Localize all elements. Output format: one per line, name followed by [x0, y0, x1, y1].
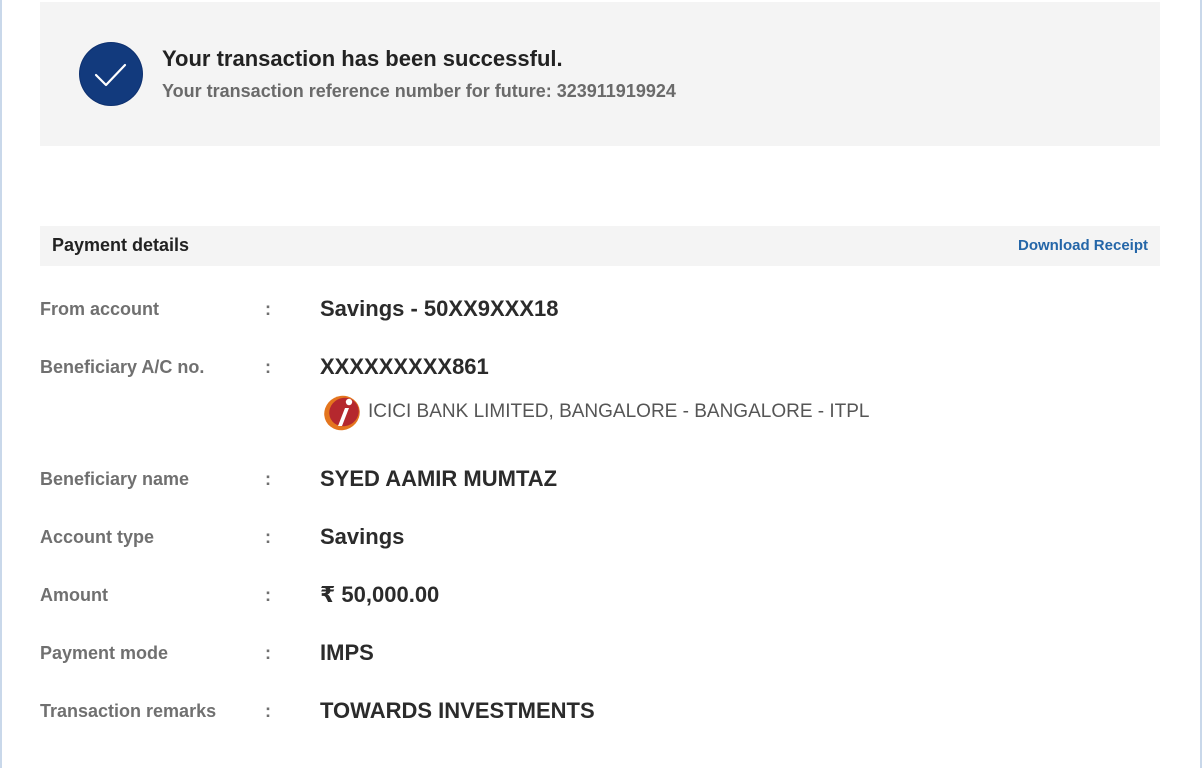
from-account-value: Savings - 50XX9XXX18	[320, 296, 559, 321]
amount-label: Amount	[40, 585, 108, 605]
section-title: Payment details	[52, 235, 190, 255]
account-type-value: Savings	[320, 524, 405, 549]
beneficiary-name-label: Beneficiary name	[40, 469, 190, 489]
icici-bank-logo	[324, 395, 360, 431]
transaction-reference: Your transaction reference number for fu…	[162, 81, 676, 101]
success-title: Your transaction has been successful.	[162, 46, 563, 71]
from-account-label: From account	[40, 299, 160, 319]
checkmark-circle-icon	[80, 43, 142, 105]
amount-value: ₹ 50,000.00	[320, 582, 440, 607]
beneficiary-account-value: XXXXXXXXX861	[320, 354, 489, 379]
frame-left-border	[0, 0, 2, 768]
account-type-label: Account type	[40, 527, 155, 547]
success-banner: Your transaction has been successful. Yo…	[40, 2, 1160, 146]
bank-name: ICICI BANK LIMITED, BANGALORE - BANGALOR…	[368, 401, 870, 422]
payment-mode-value: IMPS	[320, 640, 374, 665]
separator-colon: :	[265, 585, 271, 605]
payment-mode-label: Payment mode	[40, 643, 169, 663]
download-receipt-link[interactable]: Download Receipt	[1018, 237, 1148, 254]
transaction-remarks-value: TOWARDS INVESTMENTS	[320, 698, 595, 723]
beneficiary-name-value: SYED AAMIR MUMTAZ	[320, 466, 558, 491]
separator-colon: :	[265, 357, 271, 377]
payment-details-header: Payment details Download Receipt	[40, 226, 1160, 266]
separator-colon: :	[265, 469, 271, 489]
separator-colon: :	[265, 527, 271, 547]
transaction-remarks-label: Transaction remarks	[40, 701, 217, 721]
separator-colon: :	[265, 299, 271, 319]
separator-colon: :	[265, 643, 271, 663]
beneficiary-account-label: Beneficiary A/C no.	[40, 357, 205, 377]
separator-colon: :	[265, 701, 271, 721]
